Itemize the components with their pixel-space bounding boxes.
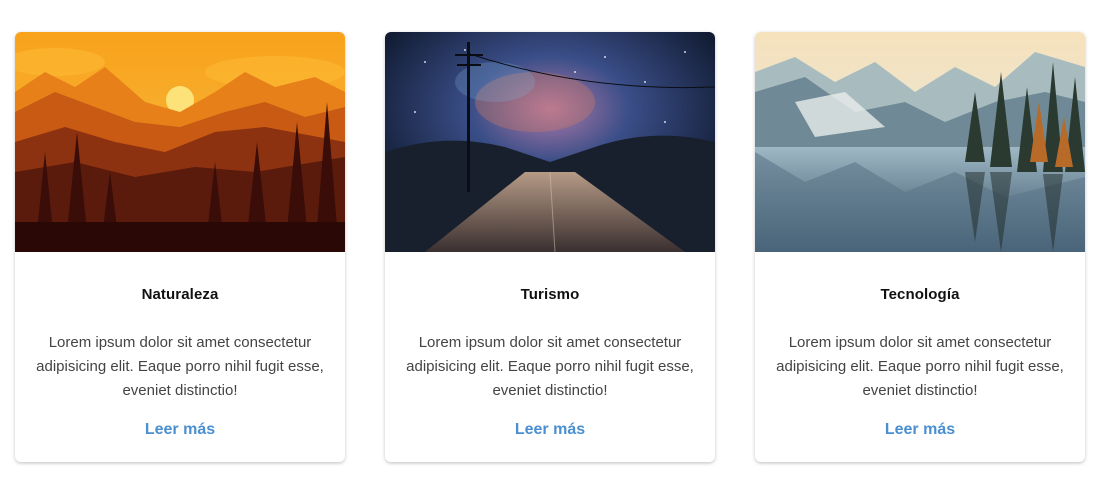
card-title: Naturaleza — [141, 286, 219, 303]
card-title: Turismo — [520, 286, 580, 303]
card-turismo: Turismo Lorem ipsum dolor sit amet conse… — [385, 32, 715, 462]
read-more-link[interactable]: Leer más — [885, 421, 955, 439]
card-tecnologia: Tecnología Lorem ipsum dolor sit amet co… — [755, 32, 1085, 462]
card-text: Lorem ipsum dolor sit amet consectetur a… — [406, 334, 694, 399]
card-text: Lorem ipsum dolor sit amet consectetur a… — [36, 334, 324, 399]
card-image-turismo — [385, 32, 715, 252]
card-title: Tecnología — [880, 286, 960, 303]
read-more-link[interactable]: Leer más — [515, 421, 585, 439]
card-text: Lorem ipsum dolor sit amet consectetur a… — [776, 334, 1064, 399]
card-image-tecnologia — [755, 32, 1085, 252]
card-grid: Naturaleza Lorem ipsum dolor sit amet co… — [15, 32, 1085, 462]
card-image-naturaleza — [15, 32, 345, 252]
card-naturaleza: Naturaleza Lorem ipsum dolor sit amet co… — [15, 32, 345, 462]
read-more-link[interactable]: Leer más — [145, 421, 215, 439]
